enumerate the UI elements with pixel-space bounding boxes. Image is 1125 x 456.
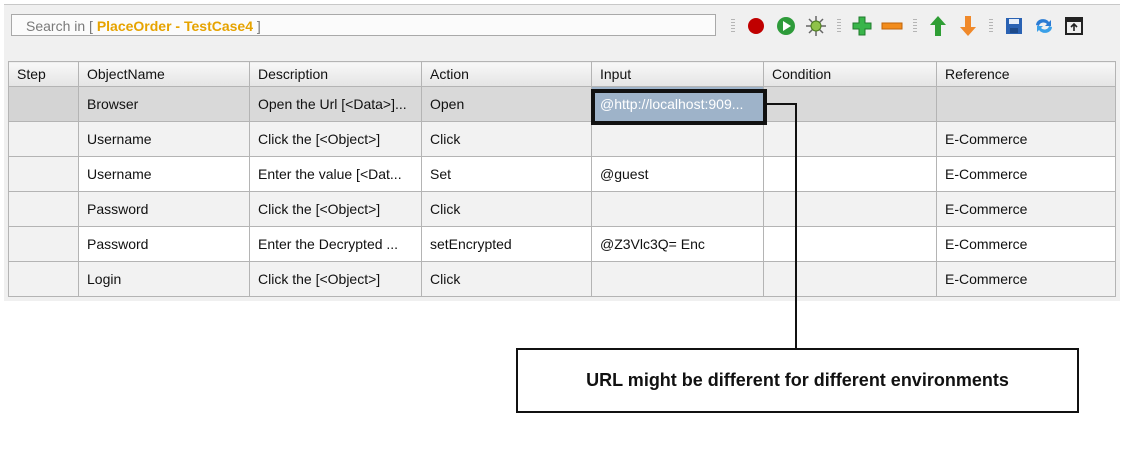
toolbar-separator [837, 19, 841, 33]
reference-cell[interactable] [936, 86, 1116, 122]
description-cell[interactable]: Click the [<Object>] [249, 121, 422, 157]
record-icon[interactable] [744, 14, 768, 38]
reference-cell[interactable]: E-Commerce [936, 226, 1116, 262]
callout-connector-vertical [795, 103, 797, 349]
description-cell[interactable]: Click the [<Object>] [249, 191, 422, 227]
move-down-icon[interactable] [956, 14, 980, 38]
description-cell[interactable]: Open the Url [<Data>]... [249, 86, 422, 122]
step-cell[interactable] [8, 226, 79, 262]
condition-cell[interactable] [763, 226, 937, 262]
step-cell[interactable] [8, 86, 79, 122]
description-cell[interactable]: Enter the Decrypted ... [249, 226, 422, 262]
remove-row-icon[interactable] [880, 14, 904, 38]
callout-connector-horizontal [767, 103, 797, 105]
table-row[interactable]: Username Click the [<Object>] Click E-Co… [8, 121, 1116, 157]
input-cell[interactable] [591, 261, 764, 297]
search-input[interactable]: Search in [ PlaceOrder - TestCase4 ] [11, 14, 716, 36]
move-up-icon[interactable] [926, 14, 950, 38]
toolbar-separator [731, 19, 735, 33]
column-header-step[interactable]: Step [8, 61, 79, 87]
action-cell[interactable]: Click [421, 191, 592, 227]
column-header-description[interactable]: Description [249, 61, 422, 87]
callout-note: URL might be different for different env… [516, 348, 1079, 413]
description-cell[interactable]: Click the [<Object>] [249, 261, 422, 297]
debug-bug-icon[interactable] [804, 14, 828, 38]
input-highlight-box [591, 89, 767, 125]
column-header-objectname[interactable]: ObjectName [78, 61, 250, 87]
toolbar-separator [913, 19, 917, 33]
object-cell[interactable]: Password [78, 191, 250, 227]
column-header-condition[interactable]: Condition [763, 61, 937, 87]
condition-cell[interactable] [763, 156, 937, 192]
input-cell[interactable] [591, 191, 764, 227]
reference-cell[interactable]: E-Commerce [936, 261, 1116, 297]
table-row[interactable]: Login Click the [<Object>] Click E-Comme… [8, 261, 1116, 297]
object-cell[interactable]: Username [78, 121, 250, 157]
step-cell[interactable] [8, 191, 79, 227]
toggle-view-icon[interactable] [1062, 14, 1086, 38]
object-cell[interactable]: Password [78, 226, 250, 262]
column-header-action[interactable]: Action [421, 61, 592, 87]
step-cell[interactable] [8, 261, 79, 297]
column-header-input[interactable]: Input [591, 61, 764, 87]
search-scope: PlaceOrder - TestCase4 [96, 18, 253, 34]
action-cell[interactable]: Set [421, 156, 592, 192]
object-cell[interactable]: Username [78, 156, 250, 192]
reference-cell[interactable]: E-Commerce [936, 121, 1116, 157]
toolbar: Search in [ PlaceOrder - TestCase4 ] [5, 7, 1117, 41]
search-prefix: Search in [ [26, 18, 93, 34]
step-cell[interactable] [8, 121, 79, 157]
table-header: Step ObjectName Description Action Input… [8, 61, 1116, 87]
step-cell[interactable] [8, 156, 79, 192]
action-cell[interactable]: Open [421, 86, 592, 122]
action-cell[interactable]: setEncrypted [421, 226, 592, 262]
table-row[interactable]: Password Click the [<Object>] Click E-Co… [8, 191, 1116, 227]
toolbar-separator [989, 19, 993, 33]
column-header-reference[interactable]: Reference [936, 61, 1116, 87]
input-cell[interactable]: @Z3Vlc3Q= Enc [591, 226, 764, 262]
description-cell[interactable]: Enter the value [<Dat... [249, 156, 422, 192]
condition-cell[interactable] [763, 121, 937, 157]
toolbar-actions [725, 13, 1089, 39]
object-cell[interactable]: Login [78, 261, 250, 297]
reference-cell[interactable]: E-Commerce [936, 156, 1116, 192]
table-row[interactable]: Password Enter the Decrypted ... setEncr… [8, 226, 1116, 262]
refresh-icon[interactable] [1032, 14, 1056, 38]
save-icon[interactable] [1002, 14, 1026, 38]
search-suffix: ] [256, 18, 261, 34]
table-row[interactable]: Username Enter the value [<Dat... Set @g… [8, 156, 1116, 192]
action-cell[interactable]: Click [421, 261, 592, 297]
condition-cell[interactable] [763, 261, 937, 297]
condition-cell[interactable] [763, 191, 937, 227]
object-cell[interactable]: Browser [78, 86, 250, 122]
input-cell[interactable]: @guest [591, 156, 764, 192]
action-cell[interactable]: Click [421, 121, 592, 157]
reference-cell[interactable]: E-Commerce [936, 191, 1116, 227]
add-row-icon[interactable] [850, 14, 874, 38]
run-icon[interactable] [774, 14, 798, 38]
steps-table: Step ObjectName Description Action Input… [8, 61, 1116, 297]
input-cell[interactable] [591, 121, 764, 157]
table-row[interactable]: Browser Open the Url [<Data>]... Open @h… [8, 86, 1116, 122]
